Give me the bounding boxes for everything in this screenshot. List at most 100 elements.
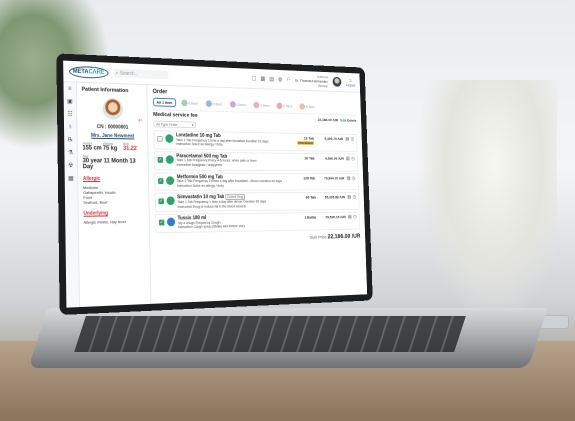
history-icon[interactable]: ◷ (353, 214, 357, 219)
medication-instruction: Instruction Solve an allergy / itchy (176, 142, 223, 147)
select-checkbox[interactable] (157, 135, 163, 142)
allergic-list: Medicine Gabapentin, Insulin Food Seafoo… (83, 184, 116, 205)
fee-total: 22,186.00 /UR Edit Delete (317, 116, 357, 123)
underlying-title[interactable]: Underlying (83, 210, 144, 217)
order-tab[interactable]: 0 Item (227, 100, 248, 109)
medication-price: 79,944.70 /UR (323, 175, 345, 180)
order-tab-count: 0 Item (260, 102, 270, 108)
medication-row[interactable]: Loratadine 10 mg Tab Take 1 Tab Frequency… (153, 130, 358, 152)
order-type-icon (253, 101, 260, 109)
medication-type-icon (166, 175, 175, 185)
medication-price: 55,395.86 /UR (324, 194, 346, 200)
medication-qty: 20 Tab (304, 155, 315, 161)
radiation-icon[interactable]: ☢ (68, 162, 73, 169)
order-icon[interactable]: ⚕ (69, 124, 72, 131)
pharmacy-icon[interactable]: ℞ (68, 136, 73, 143)
order-type-filter[interactable]: All Type Order ▾ (153, 120, 196, 129)
medication-list: Loratadine 10 mg Tab Take 1 Tab Frequency… (153, 130, 361, 234)
underlying-body: Allergic rhinitis, Hay fever (83, 219, 127, 225)
logout-button[interactable]: ⎋ Logout (346, 78, 356, 87)
order-type-icon (205, 100, 212, 108)
select-checkbox[interactable]: ✓ (157, 156, 164, 163)
search-placeholder: Search... (119, 70, 139, 77)
order-tab[interactable]: All 1 Item (152, 97, 176, 107)
history-icon[interactable]: ◷ (351, 156, 355, 161)
doctor-avatar[interactable] (332, 76, 342, 87)
order-tab[interactable]: 0 Item (178, 99, 200, 108)
unavailable-badge: Unavailable (297, 141, 315, 146)
medication-instruction: Instruction Solve an allergy / itchy (176, 183, 224, 188)
weight-stat: Weight 75 kg (102, 141, 118, 152)
select-checkbox[interactable]: ✓ (158, 177, 164, 184)
select-checkbox[interactable]: ✓ (158, 198, 164, 205)
clipboard-icon[interactable]: ▢ (252, 75, 257, 82)
medication-type-icon (165, 155, 174, 164)
search-icon: ⌕ (115, 70, 119, 76)
order-tab-count: 0 Item (236, 102, 247, 108)
row-actions: ▤ ◷ (348, 214, 357, 220)
order-tab-count: 0 Item (212, 101, 223, 107)
print-icon[interactable]: ▤ (345, 137, 349, 142)
row-actions: ▤ ◷ (347, 195, 356, 200)
medication-details: Simvastatin 10 mg Tab Current Drug Take 1… (177, 194, 289, 209)
order-tab-count: 1 Item (161, 99, 173, 105)
medication-qty: 120 Tab (303, 175, 316, 180)
medication-price: 6,490.70 /UR (324, 136, 344, 141)
menu-icon[interactable]: ≡ (68, 86, 71, 92)
calendar-nav-icon[interactable]: ▦ (68, 175, 74, 182)
app-logo[interactable]: METACARE (68, 65, 109, 79)
order-tab-count: 0 Item (283, 103, 293, 109)
dashboard-icon[interactable]: ▣ (67, 98, 73, 105)
medication-qty: 10 Tab Unavailable (297, 135, 315, 146)
background-vase (417, 80, 557, 320)
print-icon[interactable]: ▤ (347, 175, 351, 180)
medication-instruction: Instruction Cough syrup (Shake well befo… (177, 224, 245, 230)
medication-details: Tussis 180 ml Sip a cough Frequency Cough… (178, 215, 290, 230)
order-tab-count: 0 Item (305, 104, 315, 110)
chat-icon[interactable]: ◍ (278, 76, 282, 83)
order-tab-label: All (156, 99, 162, 105)
sum-price: Sum Price 22,186.00 /UR (309, 233, 361, 241)
patient-panel: Patient Information 8+ CN : 00000001 Mrs… (76, 82, 152, 308)
order-tab[interactable]: 0 Item (297, 102, 317, 111)
patient-cn: CN : 00000001 (96, 124, 129, 131)
order-type-icon (276, 102, 283, 110)
calendar-icon[interactable]: ▦ (260, 76, 265, 82)
order-type-icon (229, 101, 236, 108)
medication-row[interactable]: ✓ Simvastatin 10 mg Tab Current Drug Take … (154, 192, 360, 213)
height-stat: Height 155 cm (82, 141, 102, 152)
medication-row[interactable]: ✓ Tussis 180 ml Sip a cough Frequency Coug… (155, 211, 361, 234)
chevron-down-icon: ▾ (191, 123, 194, 128)
row-actions: ▤ ◷ (346, 156, 355, 161)
print-icon[interactable]: ▤ (347, 195, 351, 200)
bell-icon[interactable]: ♫ (286, 77, 290, 83)
lab-icon[interactable]: ⚗ (68, 149, 73, 156)
history-icon[interactable]: ◷ (351, 137, 355, 142)
search-input[interactable]: ⌕ Search... (113, 68, 169, 80)
age-badge: 8+ (138, 117, 143, 123)
print-icon[interactable]: ▤ (348, 214, 352, 219)
print-icon[interactable]: ▤ (346, 156, 350, 161)
medication-row[interactable]: ✓ Paracetamol 500 mg Tab Take 1 Tab Freque… (153, 151, 359, 172)
medication-row[interactable]: ✓ Metformin 500 mg Tab Take 2 Tab Frequenc… (154, 171, 359, 192)
laptop-keyboard (74, 316, 466, 352)
patients-icon[interactable]: ☷ (67, 111, 72, 118)
allergic-title[interactable]: Allergic (83, 176, 144, 182)
order-tab[interactable]: 0 Item (251, 101, 272, 110)
medication-type-icon (166, 196, 175, 206)
history-icon[interactable]: ◷ (353, 195, 357, 200)
edit-button[interactable]: Edit (340, 117, 346, 122)
medication-price: 79,530.15 /UR (325, 214, 346, 220)
order-tab[interactable]: 0 Item (203, 99, 225, 108)
history-icon[interactable]: ◷ (352, 175, 356, 180)
patient-name-link[interactable]: Mrs. Jane Newmeat (82, 133, 143, 140)
app-window: METACARE ⌕ Search... ▢ ▦ ▤ ◍ ♫ Internal … (63, 60, 368, 308)
medication-qty: 60 Tab (305, 195, 316, 200)
order-tab[interactable]: 0 Item (274, 102, 295, 111)
doctor-info: Internal Dr. Thomas Hernandez Bishop (294, 74, 328, 89)
bmi-stat: BMI 31.22 (122, 142, 137, 153)
select-checkbox[interactable]: ✓ (158, 219, 165, 226)
delete-button[interactable]: Delete (347, 118, 356, 123)
document-icon[interactable]: ▤ (269, 76, 274, 83)
toolbar-icons: ▢ ▦ ▤ ◍ ♫ (252, 75, 291, 83)
